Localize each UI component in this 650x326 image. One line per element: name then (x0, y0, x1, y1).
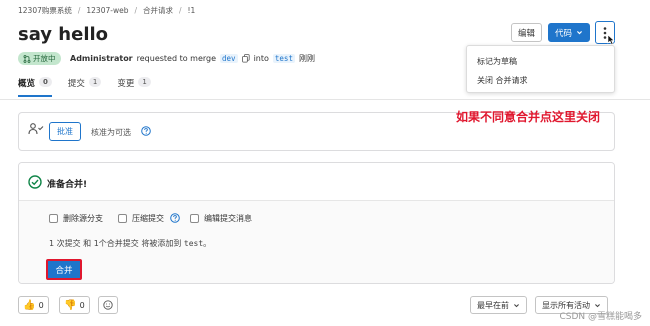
tabs-divider (0, 99, 650, 100)
add-reaction-button[interactable] (98, 296, 118, 314)
thumbs-up-icon: 👍 (23, 299, 36, 311)
summary-branch: test (183, 239, 204, 248)
tab-label: 概览 (18, 79, 36, 89)
merge-widget-header (19, 163, 614, 201)
breadcrumb-project[interactable]: 12307-web (86, 6, 128, 15)
breadcrumb-merge-requests[interactable]: 合并请求 (143, 5, 173, 16)
mr-tabs: 概览 0 提交 1 变更 1 (18, 77, 151, 99)
squash-commits-label[interactable]: 压缩提交 (132, 213, 164, 224)
help-icon[interactable] (170, 213, 180, 223)
thumbs-up-button[interactable]: 👍 0 (18, 296, 49, 314)
chevron-down-icon (595, 303, 600, 307)
tab-changes[interactable]: 变更 1 (117, 77, 151, 97)
more-actions-button[interactable] (595, 21, 615, 45)
sort-order-label: 最早在前 (477, 300, 509, 310)
more-actions-menu: 标记为草稿 关闭 合并请求 (466, 45, 615, 93)
merge-widget (18, 162, 615, 284)
delete-source-branch-label[interactable]: 删除源分支 (63, 213, 103, 224)
tab-count: 1 (138, 77, 151, 87)
ready-to-merge-title: 准备合并! (47, 180, 88, 190)
breadcrumb-separator: / (134, 5, 137, 15)
summary-suffix: 。 (203, 239, 212, 248)
thumbs-down-icon: 👎 (64, 299, 77, 311)
edit-commit-message-label[interactable]: 编辑提交消息 (204, 213, 252, 224)
tab-label: 变更 (117, 79, 135, 89)
edit-button[interactable]: 编辑 (511, 23, 542, 42)
breadcrumb: 12307购票系统 / 12307-web / 合并请求 / !1 (18, 4, 195, 16)
delete-source-branch-checkbox[interactable] (49, 214, 58, 223)
chevron-down-icon (514, 303, 519, 307)
page-title: say hello (18, 24, 109, 45)
check-circle-icon (28, 175, 42, 189)
thumbs-up-count: 0 (38, 300, 44, 310)
merge-summary: 1 次提交 和 1个合并提交 将被添加到 test。 (49, 238, 211, 249)
tab-label: 提交 (67, 79, 85, 89)
approvers-icon (28, 123, 44, 135)
breadcrumb-mr-id[interactable]: !1 (188, 6, 196, 15)
approve-button[interactable]: 批准 (49, 122, 81, 141)
csdn-watermark: CSDN @雪糕能喝多 (559, 312, 642, 322)
status-badge-label: 开放中 (33, 54, 56, 63)
tab-commits[interactable]: 提交 1 (67, 77, 102, 97)
created-time: 刚刚 (298, 54, 315, 63)
source-branch[interactable]: dev (220, 54, 238, 63)
menu-item-close-mr[interactable]: 关闭 合并请求 (477, 75, 528, 86)
chevron-down-icon (577, 31, 582, 35)
breadcrumb-separator: / (179, 5, 182, 15)
squash-commits-checkbox[interactable] (118, 214, 127, 223)
mr-meta: Administrator requested to merge dev int… (70, 52, 315, 65)
thumbs-down-button[interactable]: 👎 0 (59, 296, 90, 314)
tab-overview[interactable]: 概览 0 (18, 77, 52, 97)
edit-commit-message-checkbox[interactable] (190, 214, 199, 223)
target-branch[interactable]: test (272, 54, 295, 63)
code-button-label: 代码 (554, 28, 572, 39)
close-hint-annotation: 如果不同意合并点这里关闭 (456, 110, 601, 124)
merge-button[interactable]: 合并 (46, 259, 82, 280)
tab-count: 0 (39, 77, 52, 87)
menu-item-mark-draft[interactable]: 标记为草稿 (477, 56, 517, 67)
summary-text: 1 次提交 和 1个合并提交 将被添加到 (49, 239, 184, 248)
help-icon[interactable] (141, 126, 151, 136)
breadcrumb-project-group[interactable]: 12307购票系统 (18, 5, 72, 16)
tab-count: 1 (88, 77, 102, 87)
smiley-icon (103, 300, 113, 310)
status-badge: 开放中 (18, 52, 61, 65)
merge-request-icon (23, 54, 31, 63)
requested-text: requested to merge (136, 54, 217, 63)
sort-order-dropdown[interactable]: 最早在前 (470, 296, 527, 314)
into-text: into (253, 54, 269, 63)
cursor-icon (607, 35, 615, 45)
copy-icon[interactable] (241, 54, 250, 63)
breadcrumb-separator: / (77, 5, 81, 15)
author-name[interactable]: Administrator (70, 54, 133, 63)
approval-optional-text: 核准为可选 (91, 128, 131, 137)
code-dropdown-button[interactable]: 代码 (548, 23, 590, 42)
thumbs-down-count: 0 (79, 300, 85, 310)
